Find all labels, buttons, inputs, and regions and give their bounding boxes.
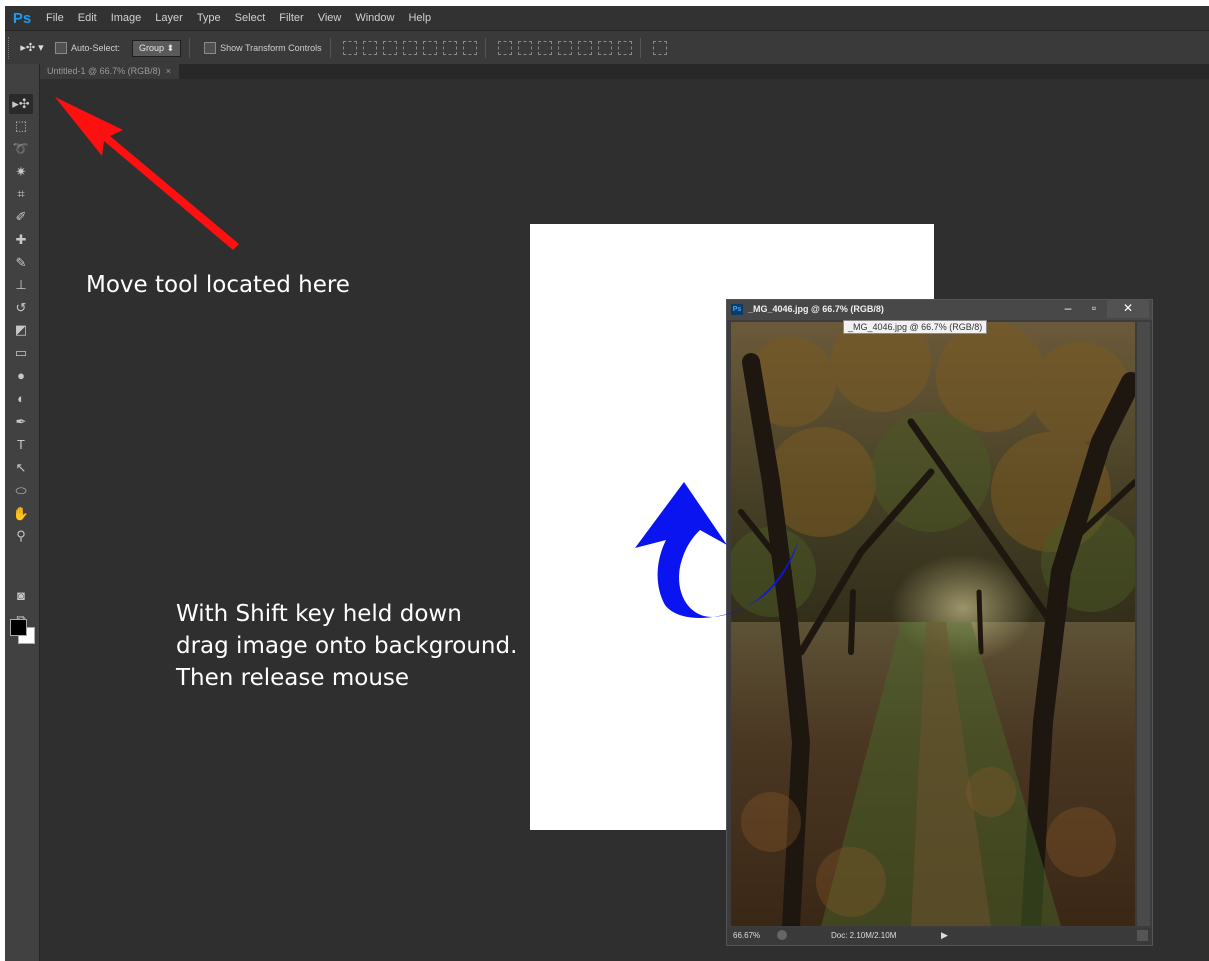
blur-tool-icon[interactable]: ● xyxy=(9,366,33,386)
path-selection-tool-icon[interactable]: ↖ xyxy=(9,458,33,478)
image-window-status-bar: 66.67% Doc: 2.10M/2.10M ▶ xyxy=(727,928,1152,944)
auto-select-dropdown[interactable]: Group ⬍ xyxy=(132,39,182,57)
dropdown-arrow-icon: ⬍ xyxy=(166,42,175,53)
zoom-tool-icon[interactable]: ⚲ xyxy=(9,526,33,546)
eraser-tool-icon[interactable]: ◩ xyxy=(9,320,33,340)
align-bottom-icon[interactable] xyxy=(382,41,397,55)
move-tool-annotation: Move tool located here xyxy=(86,272,350,298)
crop-tool-icon[interactable]: ⌗ xyxy=(9,184,33,204)
options-separator xyxy=(639,38,641,58)
align-top-icon[interactable] xyxy=(342,41,357,55)
align-vcenter-icon[interactable] xyxy=(362,41,377,55)
tool-preset-picker[interactable]: ▸✣ ▾ xyxy=(15,38,49,58)
distribute-right-icon[interactable] xyxy=(617,41,632,55)
minimize-icon[interactable]: – xyxy=(1056,300,1080,318)
marquee-tool-icon[interactable]: ⬚ xyxy=(9,116,33,136)
distribute-vcenter-icon[interactable] xyxy=(517,41,532,55)
close-tab-icon[interactable]: × xyxy=(166,66,171,76)
title-tooltip: _MG_4046.jpg @ 66.7% (RGB/8) xyxy=(843,320,988,334)
menu-window[interactable]: Window xyxy=(348,12,401,24)
status-info-icon[interactable] xyxy=(777,930,787,940)
menu-type[interactable]: Type xyxy=(190,12,228,24)
clone-stamp-tool-icon[interactable]: ⊥ xyxy=(9,275,33,295)
close-window-icon[interactable]: ✕ xyxy=(1107,300,1149,318)
distribute-buttons xyxy=(497,41,632,55)
menu-edit[interactable]: Edit xyxy=(71,12,104,24)
photoshop-logo: Ps xyxy=(12,9,32,27)
align-left-icon[interactable] xyxy=(422,41,437,55)
auto-select-checkbox[interactable] xyxy=(55,42,67,54)
shape-tool-icon[interactable]: ⬭ xyxy=(9,481,33,501)
maximize-icon[interactable]: ▫ xyxy=(1082,300,1106,318)
pen-tool-icon[interactable]: ✒ xyxy=(9,412,33,432)
menu-bar: Ps File Edit Image Layer Type Select Fil… xyxy=(5,6,1209,30)
align-hcenter-icon[interactable] xyxy=(442,41,457,55)
menu-layer[interactable]: Layer xyxy=(148,12,190,24)
document-tab-bar: Untitled-1 @ 66.7% (RGB/8) × xyxy=(39,64,1209,79)
image-window-title: _MG_4046.jpg @ 66.7% (RGB/8) xyxy=(748,304,884,314)
show-transform-checkbox[interactable] xyxy=(204,42,217,54)
menu-filter[interactable]: Filter xyxy=(272,12,310,24)
gradient-tool-icon[interactable]: ▭ xyxy=(9,343,33,363)
options-bar-grip[interactable] xyxy=(8,37,15,59)
vertical-scrollbar[interactable] xyxy=(1137,322,1150,926)
brush-tool-icon[interactable]: ✎ xyxy=(9,253,33,273)
forest-path-photo[interactable] xyxy=(731,322,1135,926)
drag-instruction-line: Then release mouse xyxy=(176,665,410,691)
status-menu-arrow-icon[interactable]: ▶ xyxy=(941,930,948,941)
menu-view[interactable]: View xyxy=(311,12,349,24)
eyedropper-tool-icon[interactable]: ✐ xyxy=(9,207,33,227)
image-window-titlebar[interactable]: Ps _MG_4046.jpg @ 66.7% (RGB/8) – ▫ ✕ xyxy=(727,300,1152,320)
magic-wand-tool-icon[interactable]: ✷ xyxy=(9,162,33,182)
document-tab[interactable]: Untitled-1 @ 66.7% (RGB/8) × xyxy=(39,64,179,79)
resize-grip-icon[interactable] xyxy=(1137,930,1148,941)
zoom-level[interactable]: 66.67% xyxy=(733,931,760,940)
distribute-top-icon[interactable] xyxy=(497,41,512,55)
menu-file[interactable]: File xyxy=(39,12,71,24)
options-bar: ▸✣ ▾ Auto-Select: Group ⬍ Show Transform… xyxy=(5,30,1209,66)
auto-align-buttons xyxy=(652,41,667,55)
tools-panel: ▸✣ ⬚ ➰ ✷ ⌗ ✐ ✚ ✎ ⊥ ↺ ◩ ▭ ● ◐ ✒ T ↖ ⬭ ✋ ⚲… xyxy=(5,64,40,961)
foreground-color-swatch[interactable] xyxy=(10,619,27,636)
options-separator xyxy=(329,38,331,58)
show-transform-label: Show Transform Controls xyxy=(220,43,322,53)
auto-align-layers-icon[interactable] xyxy=(652,41,667,55)
options-separator xyxy=(189,38,191,58)
hand-tool-icon[interactable]: ✋ xyxy=(9,504,33,524)
options-separator xyxy=(484,38,486,58)
dodge-tool-icon[interactable]: ◐ xyxy=(9,389,33,409)
distribute-hcenter-icon[interactable] xyxy=(597,41,612,55)
menu-select[interactable]: Select xyxy=(228,12,273,24)
drag-instruction-line: drag image onto background. xyxy=(176,633,518,659)
drag-instructions-annotation: With Shift key held down drag image onto… xyxy=(176,598,517,694)
type-tool-icon[interactable]: T xyxy=(9,435,33,455)
floating-image-window[interactable]: Ps _MG_4046.jpg @ 66.7% (RGB/8) – ▫ ✕ _M… xyxy=(726,299,1153,946)
document-size: Doc: 2.10M/2.10M xyxy=(831,931,897,940)
align-right-icon[interactable] xyxy=(462,41,477,55)
forest-path-photo-drawing xyxy=(731,322,1135,926)
menu-image[interactable]: Image xyxy=(104,12,149,24)
quick-mask-icon[interactable]: ◙ xyxy=(9,586,33,606)
auto-select-label: Auto-Select: xyxy=(71,43,121,53)
photoshop-badge-icon: Ps xyxy=(731,304,743,315)
drag-instruction-line: With Shift key held down xyxy=(176,601,462,627)
menu-help[interactable]: Help xyxy=(401,12,438,24)
align-buttons xyxy=(342,41,477,55)
history-brush-tool-icon[interactable]: ↺ xyxy=(9,298,33,318)
distribute-bottom-icon[interactable] xyxy=(537,41,552,55)
healing-brush-tool-icon[interactable]: ✚ xyxy=(9,230,33,250)
auto-select-value: Group xyxy=(139,42,165,53)
photoshop-window: Ps File Edit Image Layer Type Select Fil… xyxy=(5,6,1209,961)
document-tab-title: Untitled-1 @ 66.7% (RGB/8) xyxy=(47,66,161,76)
distribute-left-icon[interactable] xyxy=(577,41,592,55)
lasso-tool-icon[interactable]: ➰ xyxy=(9,139,33,159)
move-tool-icon[interactable]: ▸✣ xyxy=(9,94,33,114)
